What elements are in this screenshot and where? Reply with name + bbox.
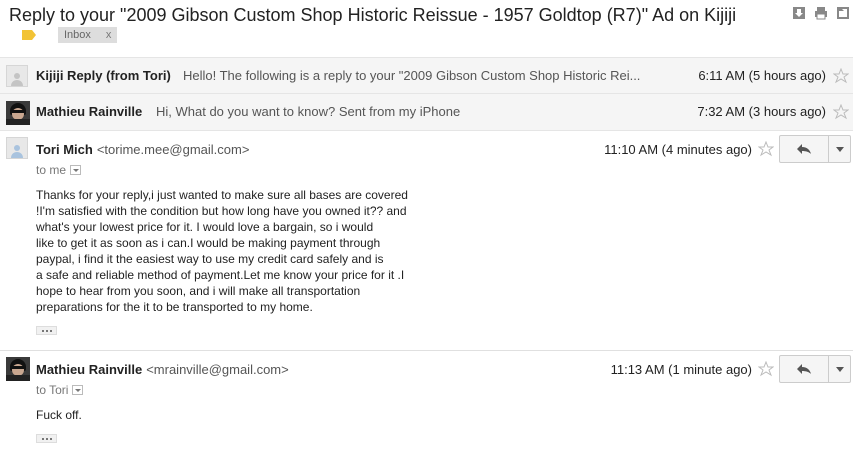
- recipient-label: to Tori: [36, 383, 69, 397]
- message-body: Fuck off.: [36, 407, 82, 423]
- show-trimmed-content-button[interactable]: [36, 434, 57, 443]
- label-row: Inbox x: [22, 27, 118, 43]
- avatar: [6, 101, 30, 125]
- more-options-button[interactable]: [829, 355, 851, 383]
- message-time: 7:32 AM (3 hours ago): [697, 104, 826, 119]
- sender-line: Mathieu Rainville <mrainville@gmail.com>: [36, 362, 289, 377]
- collapsed-message[interactable]: Mathieu Rainville Hi, What do you want t…: [0, 93, 853, 130]
- body-line: preparations for the it to be transporte…: [36, 300, 313, 314]
- recipient-line: to me: [36, 163, 82, 177]
- sender-name: Mathieu Rainville: [36, 104, 143, 119]
- body-line: !I'm satisfied with the condition but ho…: [36, 204, 407, 218]
- inbox-label: Inbox: [64, 29, 91, 41]
- reply-button[interactable]: [779, 135, 829, 163]
- star-icon[interactable]: [833, 104, 849, 120]
- avatar: [6, 137, 28, 159]
- message-time: 11:13 AM (1 minute ago): [610, 362, 752, 377]
- body-line: Thanks for your reply,i just wanted to m…: [36, 188, 408, 202]
- recipient-label: to me: [36, 163, 67, 177]
- star-icon[interactable]: [758, 361, 774, 377]
- top-toolbar: [792, 6, 850, 20]
- expanded-message: Tori Mich <torime.mee@gmail.com> to me 11…: [0, 130, 853, 350]
- sender-line: Tori Mich <torime.mee@gmail.com>: [36, 142, 249, 157]
- sender-name: Mathieu Rainville: [36, 362, 143, 377]
- star-icon[interactable]: [758, 141, 774, 157]
- person-silhouette-icon: [11, 73, 23, 86]
- body-line: paypal, i find it the easiest way to use…: [36, 252, 384, 266]
- star-icon[interactable]: [833, 68, 849, 84]
- reply-controls: [779, 135, 851, 163]
- body-line: a safe and reliable method of payment.Le…: [36, 268, 405, 282]
- reply-arrow-icon: [797, 364, 811, 374]
- inbox-label-chip[interactable]: Inbox x: [58, 27, 118, 43]
- new-window-icon[interactable]: [836, 6, 850, 20]
- collapsed-message[interactable]: Kijiji Reply (from Tori) Hello! The foll…: [0, 57, 853, 93]
- body-line: like to get it as soon as i can.I would …: [36, 236, 381, 250]
- sender-email: <mrainville@gmail.com>: [146, 362, 289, 377]
- message-body: Thanks for your reply,i just wanted to m…: [36, 187, 408, 315]
- chevron-down-icon: [835, 146, 844, 152]
- remove-label-button[interactable]: x: [106, 27, 112, 43]
- show-details-dropdown[interactable]: [70, 165, 82, 175]
- print-icon[interactable]: [814, 6, 828, 20]
- reply-controls: [779, 355, 851, 383]
- body-line: hope to hear from you soon, and i will m…: [36, 284, 361, 298]
- important-marker-icon[interactable]: [22, 30, 36, 40]
- message-time: 6:11 AM (5 hours ago): [698, 68, 826, 83]
- download-icon[interactable]: [792, 6, 806, 20]
- message-snippet: Hello! The following is a reply to your …: [183, 68, 641, 83]
- reply-arrow-icon: [797, 144, 811, 154]
- more-options-button[interactable]: [829, 135, 851, 163]
- show-trimmed-content-button[interactable]: [36, 326, 57, 335]
- message-time: 11:10 AM (4 minutes ago): [604, 142, 752, 157]
- conversation-thread: Kijiji Reply (from Tori) Hello! The foll…: [0, 57, 853, 453]
- avatar: [6, 65, 28, 87]
- avatar: [6, 357, 30, 381]
- sender-name: Tori Mich: [36, 142, 93, 157]
- email-subject: Reply to your "2009 Gibson Custom Shop H…: [9, 5, 737, 25]
- expanded-message: Mathieu Rainville <mrainville@gmail.com> …: [0, 350, 853, 453]
- sender-name: Kijiji Reply (from Tori): [36, 68, 171, 83]
- sender-email: <torime.mee@gmail.com>: [96, 142, 250, 157]
- recipient-line: to Tori: [36, 383, 84, 397]
- person-silhouette-icon: [11, 145, 23, 158]
- body-line: Fuck off.: [36, 408, 82, 422]
- body-line: what's your lowest price for it. I would…: [36, 220, 374, 234]
- reply-button[interactable]: [779, 355, 829, 383]
- show-details-dropdown[interactable]: [72, 385, 84, 395]
- message-snippet: Hi, What do you want to know? Sent from …: [156, 104, 461, 119]
- chevron-down-icon: [835, 366, 844, 372]
